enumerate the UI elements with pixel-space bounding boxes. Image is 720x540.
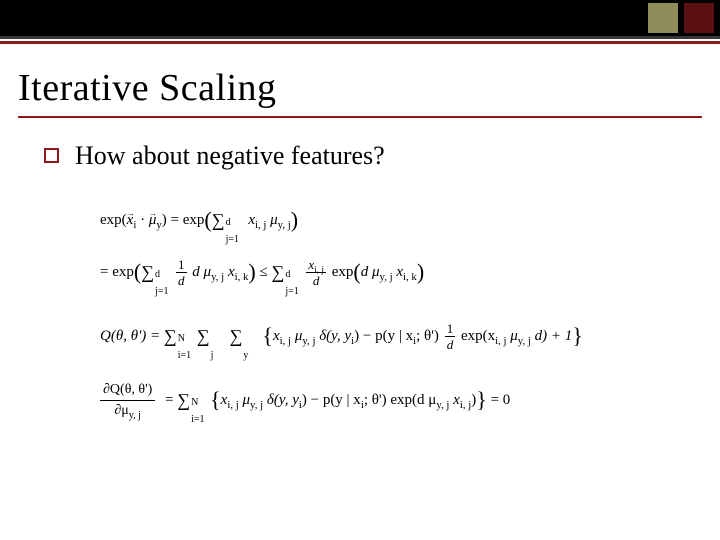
eq-sub: i, j: [255, 219, 266, 231]
eq-frac-num: 1: [445, 322, 456, 337]
eq-sub: j: [211, 346, 214, 365]
eq-sub: j=1: [226, 230, 239, 249]
bullet-text: How about negative features?: [75, 140, 385, 171]
rule-maroon: [0, 41, 720, 44]
slide-body: How about negative features? exp(xi · μy…: [44, 140, 702, 420]
eq-sub: i, j: [280, 335, 291, 347]
eq-text: x: [449, 392, 459, 408]
eq-text: μ: [149, 212, 157, 228]
bullet-square-icon: [44, 148, 59, 163]
rule-dark: [0, 36, 720, 39]
eq-frac-num: 1: [176, 258, 187, 273]
title-underline: [18, 116, 702, 118]
topbar: [0, 0, 720, 36]
eq-frac-num: ∂Q(θ, θ'): [100, 382, 155, 400]
eq-sub: i, j: [460, 399, 471, 411]
eq-frac-den: d: [447, 337, 454, 352]
eq-sub: j=1: [285, 282, 298, 301]
eq-text: x: [127, 212, 134, 228]
eq-text: =: [161, 392, 177, 408]
eq-text: μ: [507, 328, 518, 344]
eq-sub: i, j: [227, 399, 238, 411]
slide: Iterative Scaling How about negative fea…: [0, 0, 720, 540]
eq-sub: y, j: [302, 335, 315, 347]
eq-text: exp: [328, 264, 353, 280]
eq-text: d) + 1: [531, 328, 572, 344]
eq-frac-den: d: [313, 273, 320, 288]
accent-square-olive: [648, 3, 678, 33]
eq-sub: y, j: [436, 399, 449, 411]
eq-text: μ: [291, 328, 302, 344]
eq-text: x: [245, 212, 255, 228]
equation-line-3: ∂Q(θ, θ') ∂μy, j = ∑Ni=1{xi, j μy, j δ(y…: [100, 379, 702, 421]
bullet-item: How about negative features?: [44, 140, 702, 171]
eq-text: exp(: [100, 212, 127, 228]
eq-sub: y, j: [518, 335, 531, 347]
equation-line-2: Q(θ, θ') = ∑Ni=1∑j∑y{xi, j μy, j δ(y, yi…: [100, 315, 702, 357]
eq-sub: i, k: [235, 271, 249, 283]
eq-text: x: [393, 264, 403, 280]
eq-sub: y, j: [278, 219, 291, 231]
eq-sub: y, j: [211, 271, 224, 283]
eq-text: ) − p(y | x: [302, 392, 361, 408]
eq-text: μ: [239, 392, 250, 408]
equation-line-1b: = exp(∑dj=11d d μy, j xi, k) ≤ ∑dj=1xi, …: [100, 251, 702, 293]
accent-square-maroon: [684, 3, 714, 33]
eq-text: μ: [266, 212, 277, 228]
eq-text: d μ: [189, 264, 212, 280]
eq-text: δ(y, y: [263, 392, 299, 408]
eq-sub: y, j: [129, 409, 141, 420]
eq-lead-frac: ∂Q(θ, θ') ∂μy, j: [100, 382, 155, 418]
eq-text: ; θ') exp(d μ: [364, 392, 437, 408]
eq-sub: i, j: [495, 335, 506, 347]
eq-sub: y, j: [250, 399, 263, 411]
eq-text: d μ: [361, 264, 380, 280]
eq-text: ) − p(y | x: [354, 328, 413, 344]
eq-text: ·: [136, 212, 149, 228]
eq-sub: i=1: [191, 410, 204, 429]
eq-sub: i, k: [403, 271, 417, 283]
eq-sub: y, j: [380, 271, 393, 283]
eq-text: δ(y, y: [315, 328, 351, 344]
eq-text: Q(θ, θ') =: [100, 328, 164, 344]
equation-line-1a: exp(xi · μy) = exp(∑dj=1 xi, j μy, j): [100, 199, 702, 241]
eq-text: = exp: [100, 264, 134, 280]
eq-sub: y: [243, 346, 248, 365]
eq-text: x: [273, 328, 280, 344]
equation-block: exp(xi · μy) = exp(∑dj=1 xi, j μy, j) = …: [100, 199, 702, 420]
eq-text: = 0: [487, 392, 510, 408]
eq-text: ) = exp: [162, 212, 205, 228]
eq-text: x: [224, 264, 234, 280]
eq-text: ; θ'): [416, 328, 443, 344]
eq-text: ≤: [256, 264, 272, 280]
eq-sub: j=1: [155, 282, 168, 301]
eq-frac-den: d: [178, 273, 185, 288]
eq-text: ∂μ: [114, 403, 128, 418]
eq-text: exp(x: [457, 328, 495, 344]
slide-title: Iterative Scaling: [18, 66, 720, 110]
eq-sub: i=1: [178, 346, 191, 365]
